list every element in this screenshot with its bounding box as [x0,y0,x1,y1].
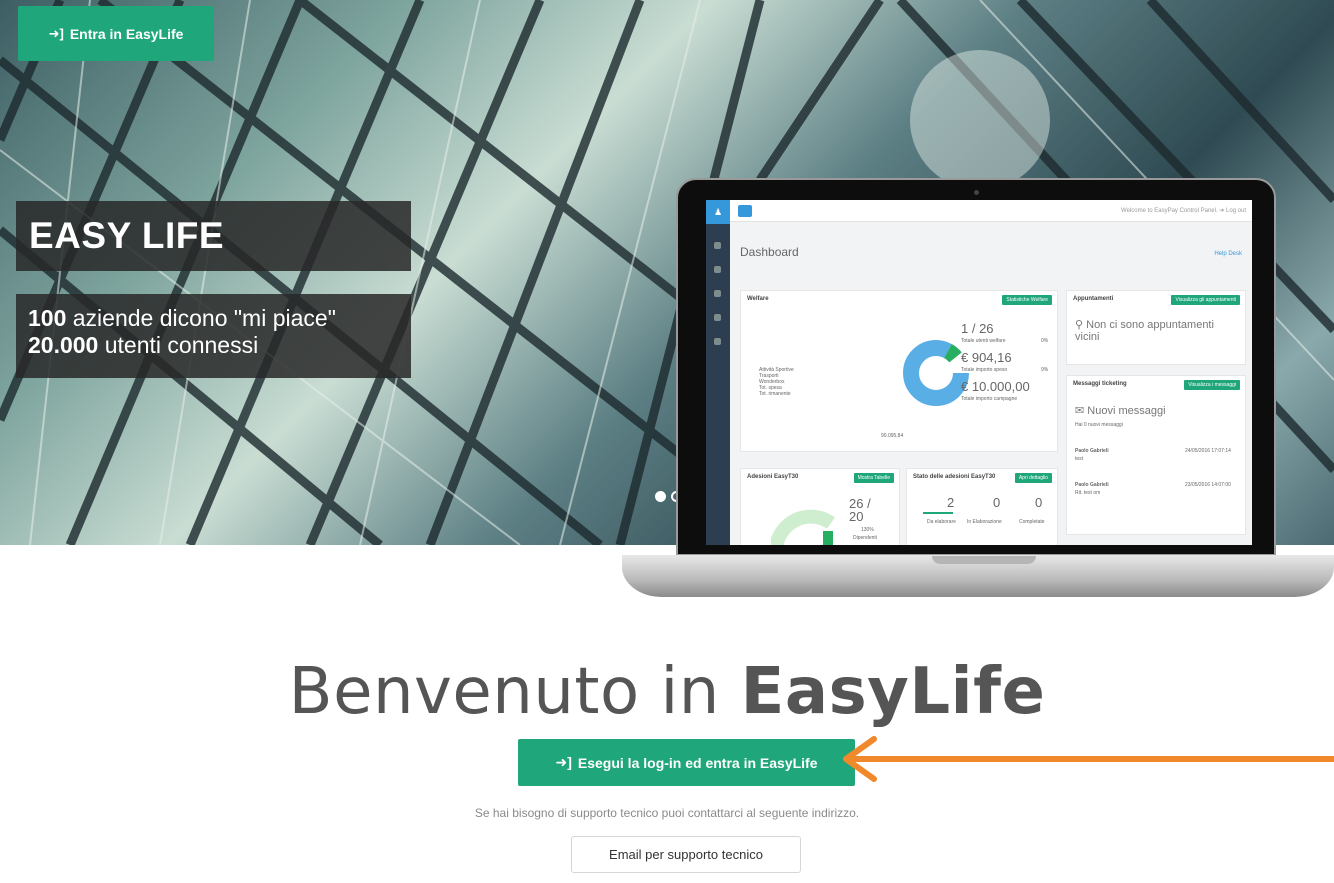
messaggi-badge: Visualizza i messaggi [1184,380,1240,390]
heart-icon [714,314,721,321]
welfare-budget: € 10.000,00 [961,379,1030,394]
email-support-button[interactable]: Email per supporto tecnico [571,836,801,873]
adesioni-badge: Mostra Tabelle [853,473,894,483]
stato-value: 2 [947,495,955,510]
adesioni-pct: 130% [861,527,874,533]
dashboard-welcome: Welcome to EasyPay Control Panel. ➔ Log … [1121,208,1246,214]
stato-badge: Apri dettaglio [1014,473,1052,483]
pin-icon [714,290,721,297]
message-date: 24/05/2016 17:07:14 [1185,448,1231,454]
login-button[interactable]: ➜] Esegui la log-in ed entra in EasyLife [518,739,855,786]
sign-in-icon: ➜] [48,25,64,41]
envelope-icon: ✉ [1075,405,1088,417]
welfare-ratio-label: Totale utenti welfare [961,338,1006,344]
welcome-heading: Benvenuto in EasyLife [0,655,1334,729]
stat-users-value: 20.000 [28,332,99,358]
welcome-heading-light: Benvenuto in [288,655,741,729]
message-text: test [1075,456,1084,462]
adesioni-value-bottom: 20 [849,509,864,524]
carousel-dot-1[interactable] [655,491,666,502]
sign-in-icon: ➜] [555,754,572,770]
stat-users-text: utenti connessi [98,332,259,358]
welfare-spent: € 904,16 [961,350,1012,365]
orange-arrow-annotation [843,736,1334,782]
welfare-ratio-pct: 0% [1041,338,1049,344]
stato-value: 0 [993,495,1001,510]
stat-companies-value: 100 [28,305,67,331]
login-button-label: Esegui la log-in ed entra in EasyLife [577,754,818,771]
messaggi-new: ✉ Nuovi messaggi [1075,404,1166,417]
stat-users: 20.000 utenti connessi [28,332,399,359]
doc-icon [714,266,721,273]
laptop-camera [974,190,979,195]
dashboard-title: Dashboard [740,245,799,259]
hero-title: EASY LIFE [29,215,225,256]
welfare-budget-label: Totale importo campagne [961,396,1018,402]
welcome-heading-brand: EasyLife [740,655,1046,729]
email-support-label: Email per supporto tecnico [609,847,763,862]
pie-label: 90.095,84 [881,433,904,439]
adesioni-gauge [771,509,836,545]
dashboard-help: Help Desk [1214,251,1242,257]
messaggi-sub: Hai 0 nuovi messaggi [1075,422,1123,428]
stato-label: In Elaborazione [967,519,1002,525]
appuntamenti-text: ⚲ Non ci sono appuntamenti vicini [1075,319,1235,343]
stato-label: Da elaborare [927,519,956,525]
tag-icon [714,338,721,345]
support-text: Se hai bisogno di supporto tecnico puoi … [474,806,860,820]
laptop-notch [932,556,1036,564]
message-text: Rit. test om [1075,490,1101,496]
adesioni-panel: Adesioni EasyT30 Mostra Tabelle 26 / 20 … [740,468,900,545]
menu-icon [738,205,752,217]
appuntamenti-badge: Visualizza gli appuntamenti [1171,295,1240,305]
user-icon: ♟ [706,200,730,224]
messaggi-new-label: Nuovi messaggi [1087,405,1166,417]
laptop-mockup: ♟ Welcome to EasyPay Control Panel. ➔ Lo… [676,178,1276,556]
welfare-legend: Attività Sportive Trasporti Wonderbox To… [759,367,794,397]
stato-value: 0 [1035,495,1043,510]
message-name: Paolo Gabrieli [1075,448,1109,454]
stato-progress [923,512,953,514]
hero-title-box: EASY LIFE [16,201,411,271]
dashboard-topbar: Welcome to EasyPay Control Panel. ➔ Log … [730,200,1252,222]
stato-label: Completate [1019,519,1045,525]
welfare-spent-pct: 9% [1041,367,1049,373]
appuntamenti-message: Non ci sono appuntamenti vicini [1075,319,1214,343]
welfare-ratio: 1 / 26 [961,321,994,336]
stat-companies-text: aziende dicono "mi piace" [66,305,336,331]
message-name: Paolo Gabrieli [1075,482,1109,488]
welfare-spent-label: Totale importo speso [961,367,1008,373]
appuntamenti-panel: Appuntamenti Visualizza gli appuntamenti… [1066,290,1246,365]
welfare-badge: Statistiche Welfare [1002,295,1052,305]
messaggi-panel: Messaggi ticketing Visualizza i messaggi… [1066,375,1246,535]
dashboard-screenshot: ♟ Welcome to EasyPay Control Panel. ➔ Lo… [706,200,1252,545]
dashboard-sidebar: ♟ [706,200,730,545]
legend-item: Tot. rimanente [759,391,791,397]
adesioni-value: 26 / 20 [849,497,871,523]
enter-easylife-label: Entra in EasyLife [69,25,184,42]
home-icon [714,242,721,249]
hero-stats-box: 100 aziende dicono "mi piace" 20.000 ute… [16,294,411,378]
enter-easylife-button[interactable]: ➜] Entra in EasyLife [18,6,214,61]
pin-icon: ⚲ [1075,319,1087,331]
welfare-panel: Welfare Statistiche Welfare Attività Spo… [740,290,1058,452]
adesioni-label: Dipendenti [853,535,877,541]
stato-panel: Stato delle adesioni EasyT30 Apri dettag… [906,468,1058,545]
message-date: 23/05/2016 14:07:00 [1185,482,1231,488]
stat-companies: 100 aziende dicono "mi piace" [28,305,399,332]
